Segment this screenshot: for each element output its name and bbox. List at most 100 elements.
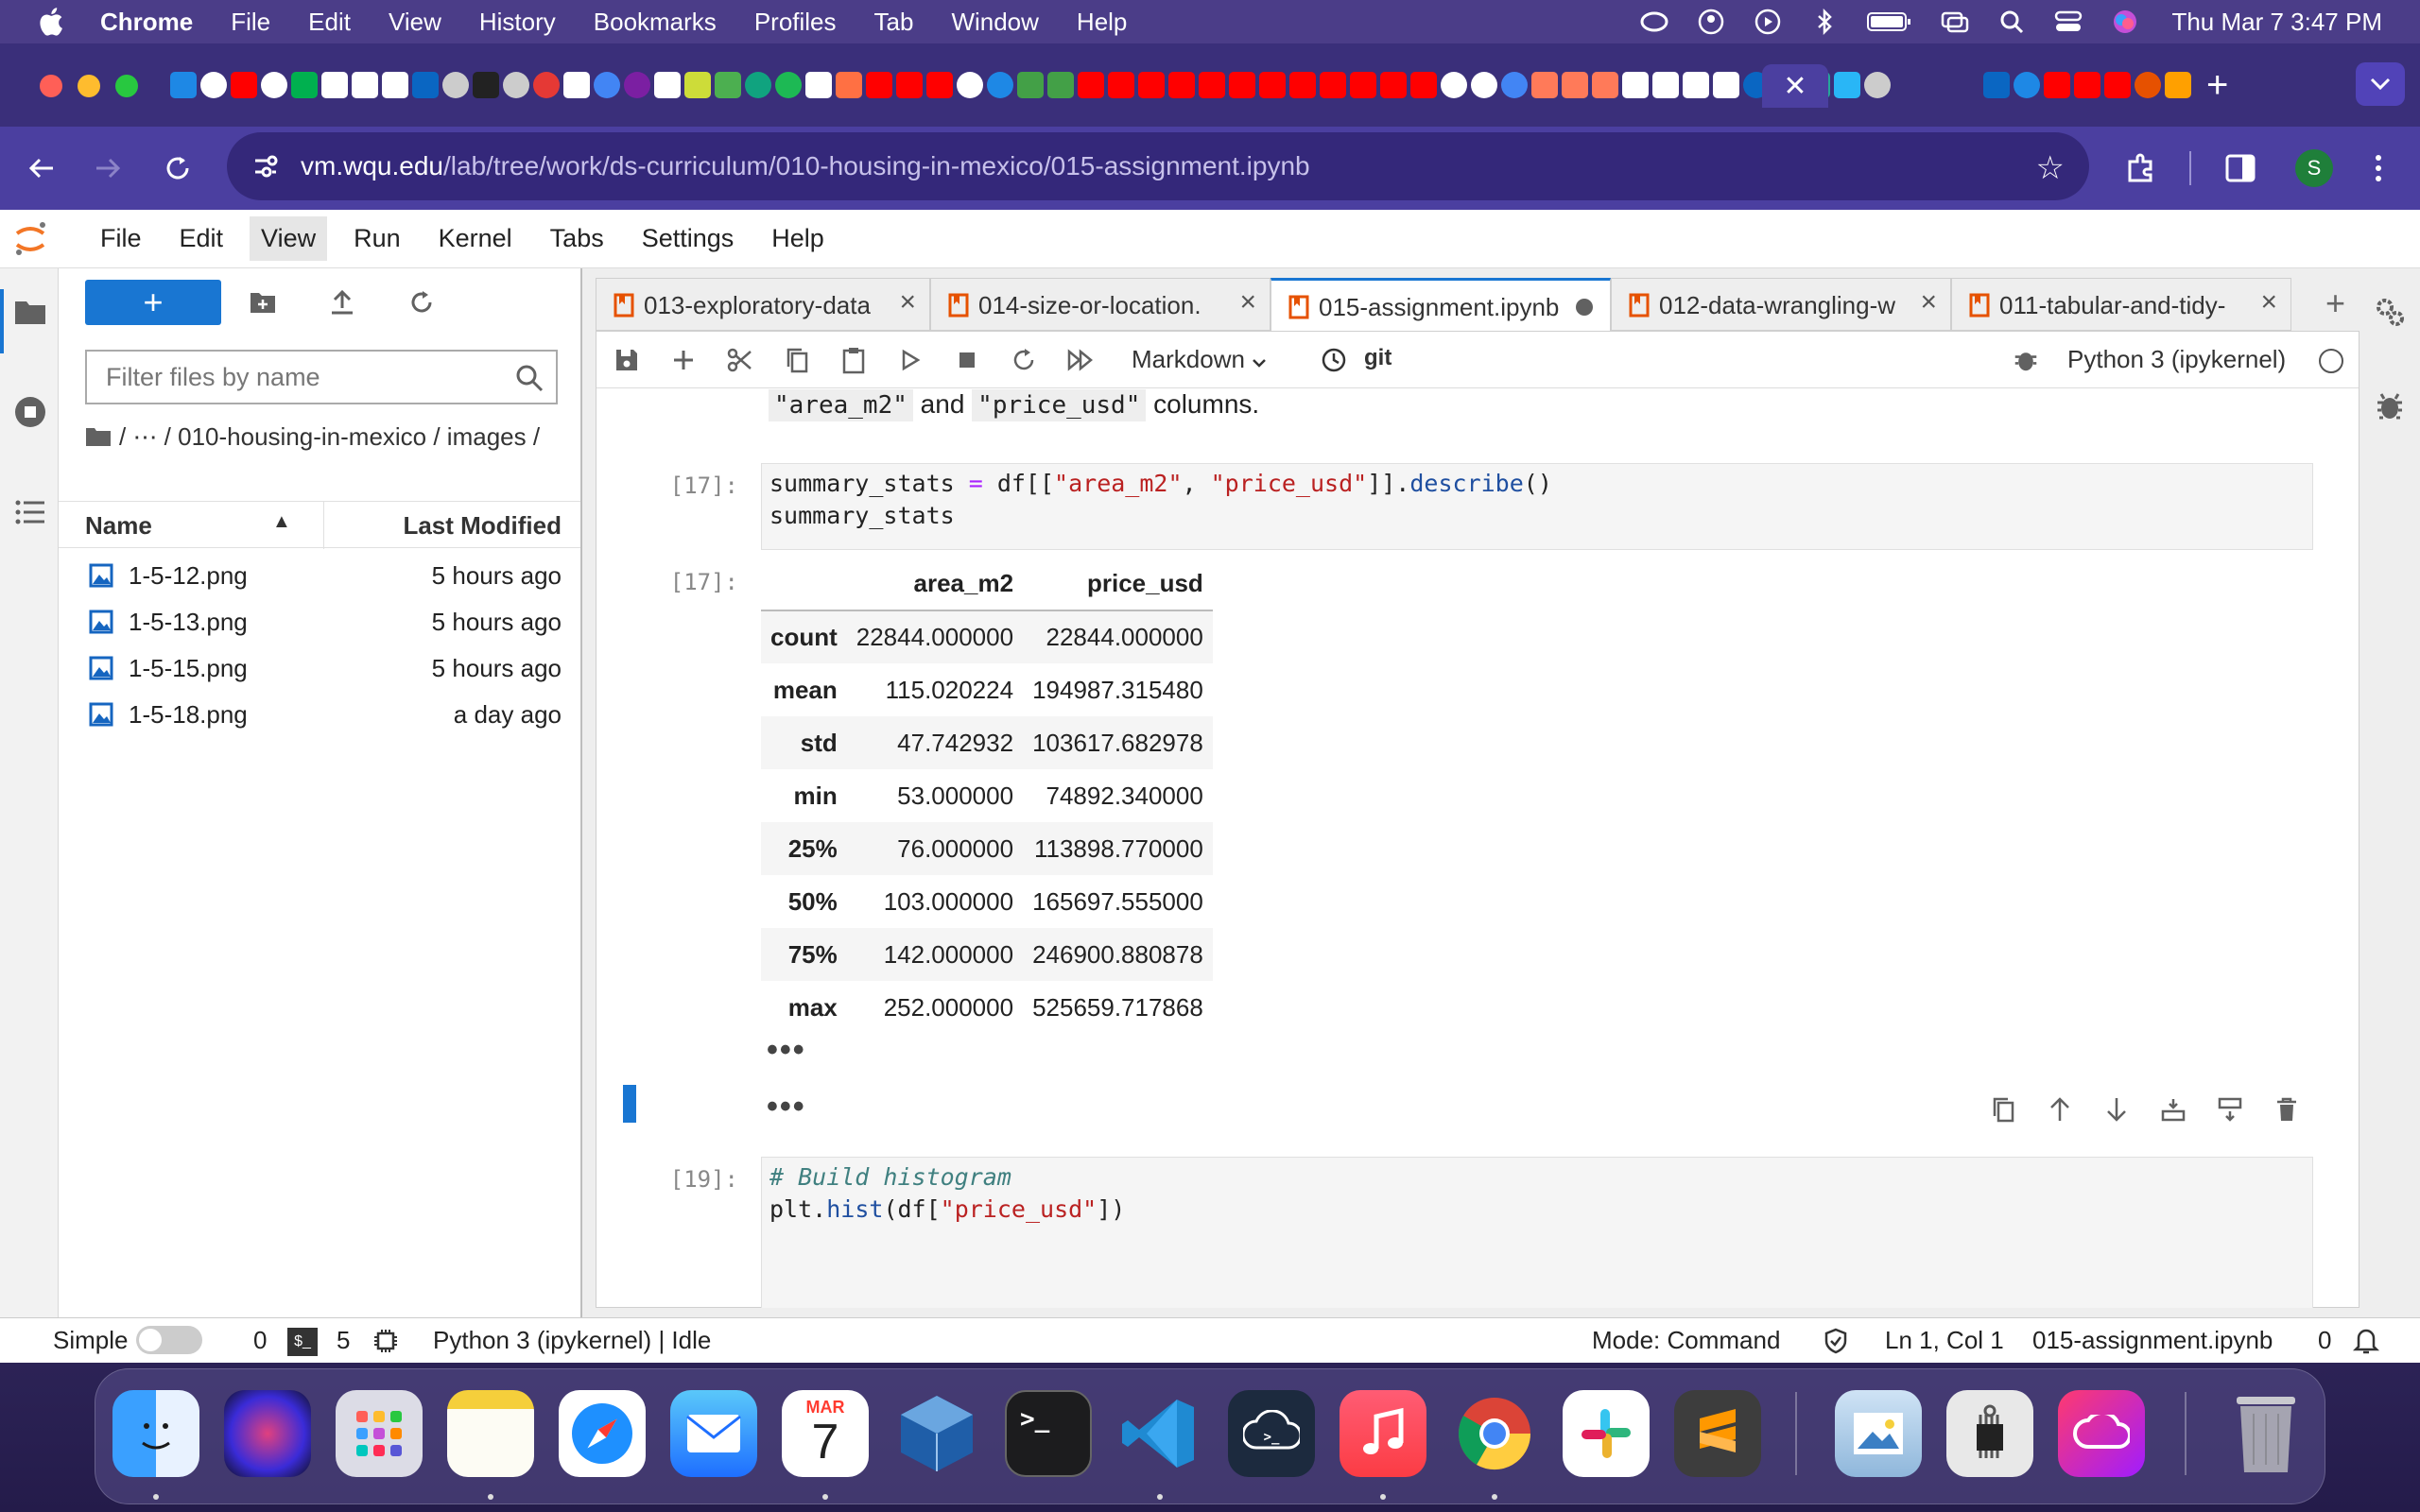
- close-icon[interactable]: ×: [899, 286, 916, 318]
- screen-mirror-icon[interactable]: [1941, 8, 1969, 36]
- menubar-file[interactable]: File: [231, 8, 270, 37]
- move-down-button[interactable]: [2098, 1091, 2135, 1128]
- active-tab-close-icon[interactable]: ✕: [1762, 64, 1828, 108]
- tab-favicon[interactable]: [2044, 72, 2070, 98]
- address-bar[interactable]: vm.wqu.edu/lab/tree/work/ds-curriculum/0…: [227, 132, 2089, 200]
- tab-favicon[interactable]: [1622, 72, 1649, 98]
- git-button[interactable]: git: [1364, 345, 1392, 371]
- menubar-app-name[interactable]: Chrome: [100, 8, 193, 37]
- safari-icon[interactable]: [559, 1390, 646, 1477]
- notification-count[interactable]: 0: [2318, 1326, 2331, 1355]
- tab-favicon[interactable]: [866, 72, 892, 98]
- tab-favicon[interactable]: [1108, 72, 1134, 98]
- add-tab-button[interactable]: +: [2325, 284, 2345, 323]
- close-icon[interactable]: ×: [2260, 286, 2277, 318]
- refresh-button[interactable]: [403, 284, 441, 321]
- cut-button[interactable]: [721, 341, 759, 379]
- tab-favicon[interactable]: [1199, 72, 1225, 98]
- file-row[interactable]: 1-5-15.png 5 hours ago: [59, 644, 580, 691]
- doc-tab-012[interactable]: 012-data-wrangling-w ×: [1611, 278, 1951, 331]
- tab-favicon[interactable]: [442, 72, 469, 98]
- tab-favicon[interactable]: [926, 72, 953, 98]
- tab-favicon[interactable]: [987, 72, 1013, 98]
- column-divider[interactable]: [323, 502, 324, 549]
- menubar-bookmarks[interactable]: Bookmarks: [594, 8, 717, 37]
- tab-favicon[interactable]: [1683, 72, 1709, 98]
- chatgpt-icon[interactable]: >_: [1228, 1390, 1315, 1477]
- doc-tab-014[interactable]: 014-size-or-location. ×: [930, 278, 1270, 331]
- tab-favicon[interactable]: [563, 72, 590, 98]
- tab-favicon[interactable]: [503, 72, 529, 98]
- creative-cloud-icon[interactable]: [1640, 8, 1668, 36]
- unsaved-dot-icon[interactable]: [1576, 299, 1593, 316]
- restart-button[interactable]: [1005, 341, 1043, 379]
- bluetooth-icon[interactable]: [1810, 8, 1839, 36]
- delete-cell-button[interactable]: [2268, 1091, 2306, 1128]
- tab-favicon[interactable]: [473, 72, 499, 98]
- vscode-icon[interactable]: [1116, 1390, 1203, 1477]
- file-row[interactable]: 1-5-18.png a day ago: [59, 691, 580, 737]
- tab-favicon[interactable]: [836, 72, 862, 98]
- tab-favicon[interactable]: [352, 72, 378, 98]
- interrupt-button[interactable]: [948, 341, 986, 379]
- run-button[interactable]: [891, 341, 929, 379]
- cursor-position[interactable]: Ln 1, Col 1: [1885, 1326, 2004, 1355]
- tab-favicon[interactable]: [261, 72, 287, 98]
- site-info-icon[interactable]: [251, 152, 280, 180]
- menubar-window[interactable]: Window: [951, 8, 1038, 37]
- debugger-tab[interactable]: [2371, 387, 2409, 425]
- tab-search-button[interactable]: [2356, 62, 2405, 106]
- tab-favicon[interactable]: [412, 72, 439, 98]
- tab-favicon[interactable]: [624, 72, 650, 98]
- menubar-edit[interactable]: Edit: [308, 8, 351, 37]
- kernel-chip-icon[interactable]: [372, 1328, 399, 1361]
- tab-favicon[interactable]: [200, 72, 227, 98]
- file-filter-input[interactable]: Filter files by name: [85, 350, 558, 404]
- chrome-icon[interactable]: [1451, 1390, 1538, 1477]
- simple-mode-toggle[interactable]: [136, 1326, 202, 1354]
- tab-favicon[interactable]: [684, 72, 711, 98]
- insert-cell-button[interactable]: [665, 341, 702, 379]
- menubar-view[interactable]: View: [389, 8, 441, 37]
- tab-favicon[interactable]: [1410, 72, 1437, 98]
- jupyter-menu-view[interactable]: View: [250, 216, 328, 261]
- tab-favicon[interactable]: [170, 72, 197, 98]
- file-row[interactable]: 1-5-13.png 5 hours ago: [59, 598, 580, 644]
- tab-favicon[interactable]: [1138, 72, 1165, 98]
- close-icon[interactable]: ×: [1920, 286, 1937, 318]
- file-browser-tab[interactable]: [11, 293, 49, 331]
- debugger-toggle[interactable]: [2007, 341, 2045, 379]
- collapsed-input-ellipsis[interactable]: •••: [767, 1089, 806, 1125]
- code-cell-19[interactable]: # Build histogram plt.hist(df["price_usd…: [761, 1157, 2313, 1308]
- breadcrumb-path[interactable]: / ⋯ / 010-housing-in-mexico / images /: [119, 422, 540, 451]
- launchpad-icon[interactable]: [336, 1390, 423, 1477]
- apple-icon[interactable]: [34, 4, 70, 40]
- tab-favicon[interactable]: [1320, 72, 1346, 98]
- tab-favicon[interactable]: [745, 72, 771, 98]
- tab-favicon[interactable]: [2014, 72, 2040, 98]
- menubar-history[interactable]: History: [479, 8, 556, 37]
- tab-favicon[interactable]: [594, 72, 620, 98]
- slack-icon[interactable]: [1563, 1390, 1650, 1477]
- extensions-button[interactable]: [2119, 147, 2161, 189]
- control-center-icon[interactable]: [2054, 8, 2083, 36]
- kernels-count[interactable]: 5: [337, 1326, 350, 1355]
- search-icon[interactable]: [1997, 8, 2026, 36]
- tab-favicon[interactable]: [654, 72, 681, 98]
- tab-favicon[interactable]: [533, 72, 560, 98]
- jupyter-menu-help[interactable]: Help: [760, 216, 836, 261]
- tab-favicon[interactable]: [957, 72, 983, 98]
- close-icon[interactable]: ×: [1239, 286, 1256, 318]
- window-minimize-button[interactable]: [78, 75, 100, 97]
- tab-favicon[interactable]: [1350, 72, 1376, 98]
- paste-button[interactable]: [835, 341, 873, 379]
- active-cell-indicator[interactable]: [623, 1085, 636, 1123]
- forward-button[interactable]: [87, 147, 129, 189]
- tab-favicon[interactable]: [775, 72, 802, 98]
- new-folder-button[interactable]: [244, 284, 282, 321]
- tab-favicon[interactable]: [1713, 72, 1739, 98]
- shield-icon[interactable]: [1823, 1328, 1849, 1361]
- bookmark-star-icon[interactable]: ☆: [2036, 149, 2065, 187]
- music-icon[interactable]: [1340, 1390, 1426, 1477]
- tab-favicon[interactable]: [1834, 72, 1860, 98]
